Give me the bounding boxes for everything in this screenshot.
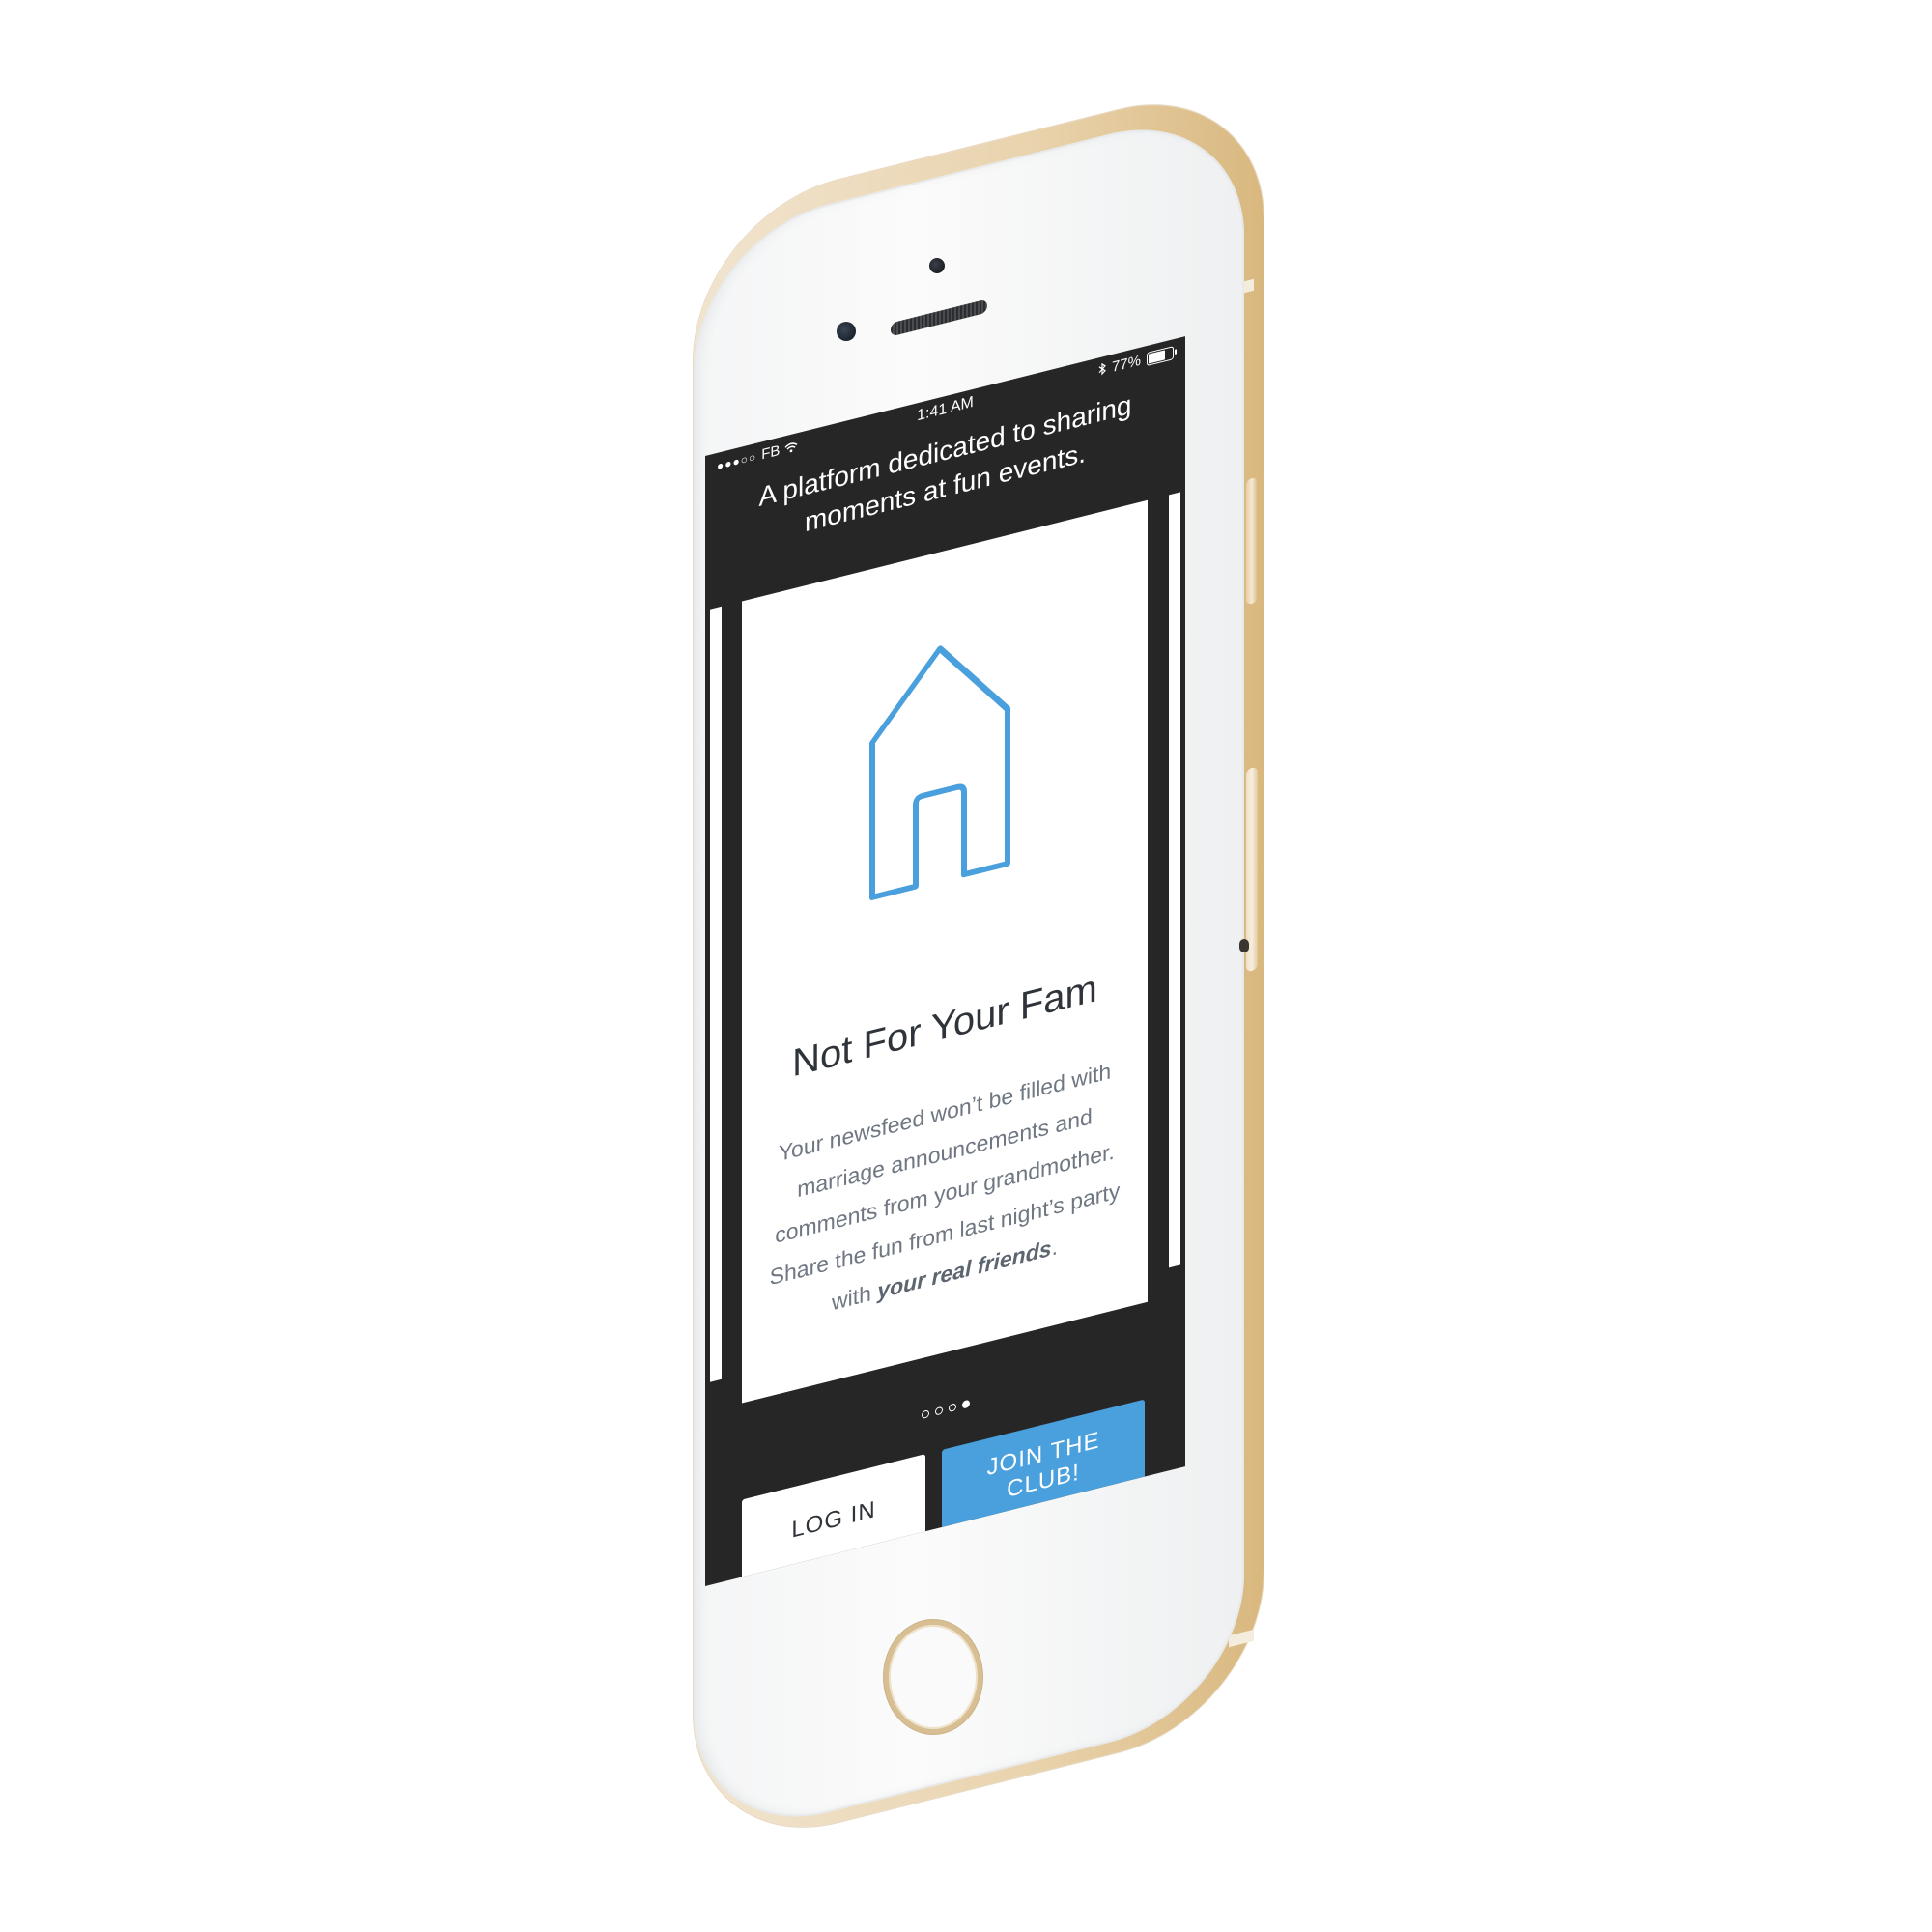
previous-card-edge[interactable] <box>710 606 722 1382</box>
page-dot[interactable] <box>961 1399 970 1409</box>
battery-icon <box>1147 345 1174 366</box>
onboarding-card: Not For Your Fam Your newsfeed won’t be … <box>742 499 1148 1404</box>
card-body: Your newsfeed won’t be filled with marri… <box>766 1047 1123 1339</box>
house-icon <box>869 645 1010 900</box>
stage: ●●●○○ FB 1:41 AM 77% A platform dedicate… <box>0 0 1932 1932</box>
page-dot[interactable] <box>921 1409 929 1420</box>
front-camera <box>929 258 945 273</box>
onboarding-carousel[interactable]: Not For Your Fam Your newsfeed won’t be … <box>705 462 1185 1422</box>
proximity-sensor <box>837 322 856 341</box>
app-screen: ●●●○○ FB 1:41 AM 77% A platform dedicate… <box>705 336 1185 1586</box>
side-sensor-dot <box>1239 939 1249 952</box>
battery-fill <box>1149 349 1165 364</box>
page-dot[interactable] <box>934 1406 943 1416</box>
card-body-tail: . <box>1051 1234 1058 1261</box>
bluetooth-icon <box>1098 362 1106 379</box>
side-button-upper <box>1246 476 1258 606</box>
page-dot[interactable] <box>948 1403 956 1413</box>
next-card-edge[interactable] <box>1169 492 1180 1268</box>
home-button[interactable] <box>884 1620 982 1734</box>
